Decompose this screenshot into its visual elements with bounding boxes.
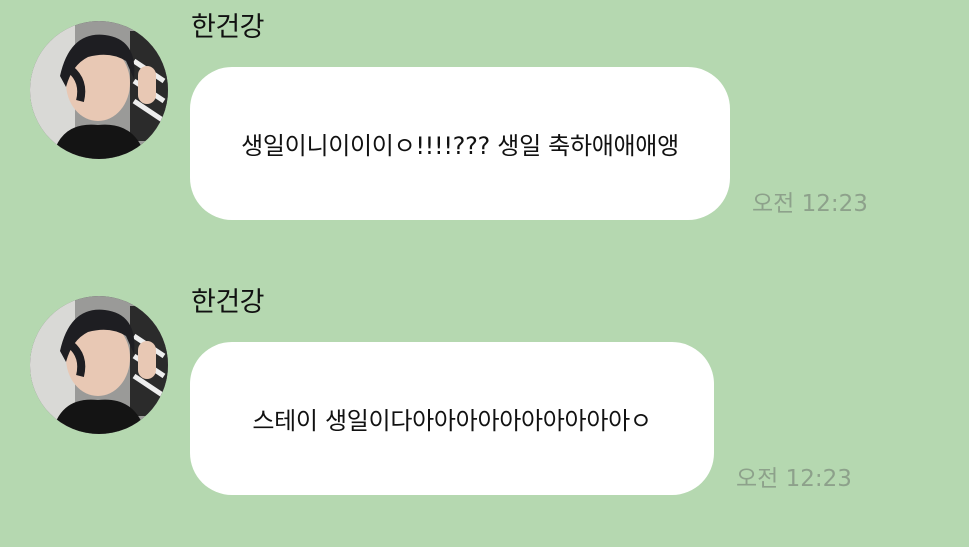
message-text: 스테이 생일이다아아아아아아아아아아ㅇ xyxy=(252,407,652,435)
message-bubble[interactable]: 생일이니이이이ㅇ!!!!??? 생일 축하애애애앵 xyxy=(190,67,730,220)
message-text: 생일이니이이이ㅇ!!!!??? 생일 축하애애애앵 xyxy=(241,132,679,160)
profile-photo-icon xyxy=(30,296,168,434)
chat-message: 한건강 생일이니이이이ㅇ!!!!??? 생일 축하애애애앵 오전 12:23 xyxy=(0,0,969,250)
sender-name: 한건강 xyxy=(191,287,265,318)
message-timestamp: 오전 12:23 xyxy=(736,466,852,492)
message-bubble[interactable]: 스테이 생일이다아아아아아아아아아아ㅇ xyxy=(190,342,714,495)
chat-message: 한건강 스테이 생일이다아아아아아아아아아아ㅇ 오전 12:23 xyxy=(0,275,969,525)
sender-avatar[interactable] xyxy=(30,296,168,434)
sender-avatar[interactable] xyxy=(30,21,168,159)
profile-photo-icon xyxy=(30,21,168,159)
sender-name: 한건강 xyxy=(191,12,265,43)
message-timestamp: 오전 12:23 xyxy=(752,191,868,217)
